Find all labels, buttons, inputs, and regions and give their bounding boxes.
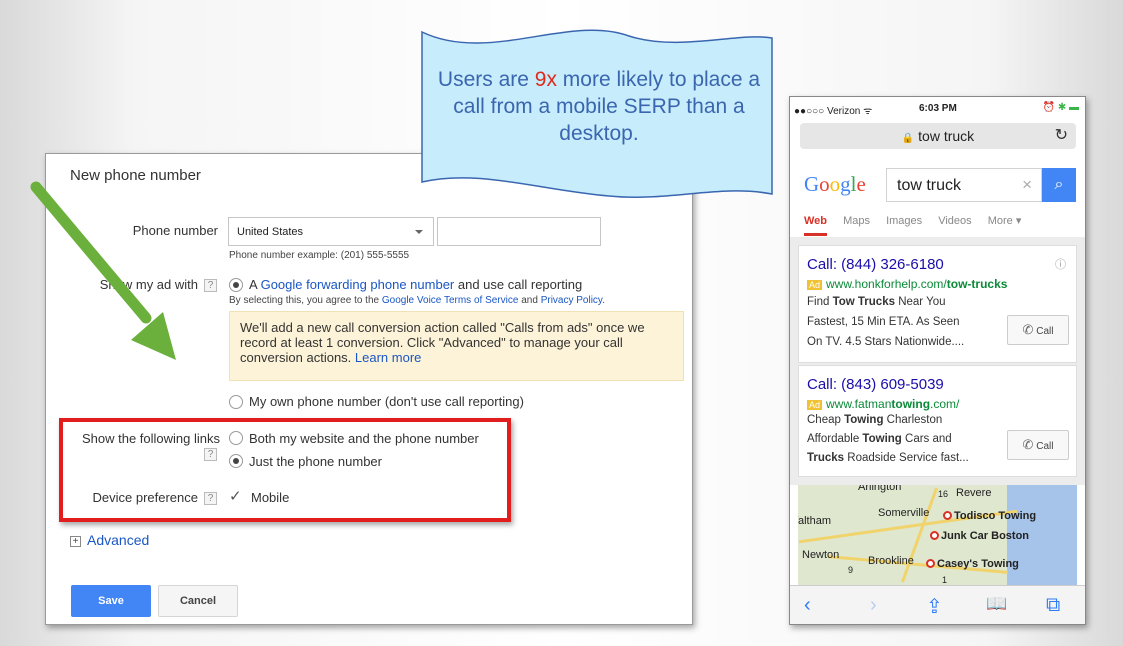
green-arrow-icon	[30, 181, 176, 360]
phone-example-text: Phone number example: (201) 555-5555	[229, 250, 410, 261]
option-forwarding-text: A Google forwarding phone number and use…	[249, 277, 583, 292]
search-tabs: Web Maps Images Videos More ▾	[804, 214, 1034, 236]
tabs-icon[interactable]: ⧉	[1046, 594, 1060, 617]
ad-url: Ad www.fatmantowing.com/	[807, 397, 960, 411]
map-label: Revere	[956, 487, 992, 499]
highlight-box	[59, 418, 511, 522]
save-button[interactable]: Save	[71, 585, 151, 617]
country-select[interactable]: United States	[228, 217, 434, 246]
ad-description-line: Affordable Towing Cars and	[807, 433, 952, 445]
map-pin[interactable]: Junk Car Boston	[930, 530, 1029, 542]
call-conversion-info-box: We'll add a new call conversion action c…	[229, 311, 684, 381]
call-button[interactable]: ✆ Call	[1007, 315, 1069, 345]
ad-description-line: Find Tow Trucks Near You	[807, 296, 946, 308]
phone-icon: ✆	[1022, 437, 1034, 452]
status-bar: ●●○○○ Verizon ᯤ 6:03 PM ⏰ ✱ ▬	[790, 97, 1085, 119]
map-label: Waltham	[798, 515, 831, 527]
ad-title-link[interactable]: Call: (843) 609-5039	[807, 376, 944, 393]
url-bar[interactable]: 🔒 tow truck ↻	[800, 123, 1076, 149]
ad-result[interactable]: Call: (843) 609-5039 Ad www.fatmantowing.…	[798, 365, 1077, 477]
advanced-link[interactable]: Advanced	[87, 532, 149, 548]
share-icon[interactable]: ⇪	[926, 594, 943, 619]
map-pin-icon	[926, 559, 935, 568]
map-label: Newton	[802, 549, 840, 561]
lock-icon: 🔒	[901, 133, 915, 144]
google-forwarding-link[interactable]: Google forwarding phone number	[261, 277, 455, 292]
ad-description-line: Fastest, 15 Min ETA. As Seen	[807, 316, 960, 328]
option-own-number-text: My own phone number (don't use call repo…	[249, 394, 524, 409]
ad-description-line: Cheap Towing Charleston	[807, 414, 943, 426]
phone-number-input[interactable]	[437, 217, 601, 246]
reload-icon[interactable]: ↻	[1055, 123, 1068, 149]
terms-link[interactable]: Google Voice Terms of Service	[382, 295, 519, 306]
call-button[interactable]: ✆ Call	[1007, 430, 1069, 460]
search-icon: ⌕	[1054, 176, 1064, 193]
privacy-link[interactable]: Privacy Policy	[541, 295, 603, 306]
url-text: tow truck	[918, 128, 975, 144]
carrier-signal: ●●○○○ Verizon ᯤ	[794, 106, 873, 117]
terms-text: By selecting this, you agree to the Goog…	[229, 295, 605, 306]
learn-more-link[interactable]: Learn more	[355, 350, 421, 365]
status-time: 6:03 PM	[919, 103, 957, 114]
arrow-shaft	[30, 181, 152, 324]
ad-badge: Ad	[807, 280, 823, 290]
map-pin[interactable]: Casey's Towing	[926, 558, 1019, 570]
tab-images[interactable]: Images	[886, 215, 922, 227]
battery-icon: ⏰ ✱ ▬	[1042, 102, 1079, 113]
tab-videos[interactable]: Videos	[938, 215, 971, 227]
map-preview[interactable]: Arlington Revere Waltham Somerville Newt…	[798, 485, 1077, 585]
bookmarks-icon[interactable]: 📖	[986, 594, 1007, 614]
info-text: We'll add a new call conversion action c…	[240, 320, 645, 365]
map-route-number: 1	[942, 575, 948, 585]
callout-text: Users are 9x more likely to place a call…	[437, 68, 761, 145]
info-icon[interactable]: ⓘ	[1055, 256, 1066, 272]
ad-url: Ad www.honkforhelp.com/tow-trucks	[807, 277, 1008, 291]
safari-toolbar: ‹ › ⇪ 📖 ⧉	[790, 585, 1085, 624]
map-route-number: 9	[848, 565, 854, 575]
callout-highlight: 9x	[534, 68, 557, 91]
advanced-toggle[interactable]: + Advanced	[70, 532, 149, 548]
cancel-button[interactable]: Cancel	[158, 585, 238, 617]
ad-description-line: On TV. 4.5 Stars Nationwide....	[807, 336, 965, 348]
back-icon[interactable]: ‹	[804, 594, 811, 617]
ad-result[interactable]: Call: (844) 326-6180 ⓘ Ad www.honkforhelp…	[798, 245, 1077, 363]
phone-icon: ✆	[1022, 322, 1034, 337]
tab-maps[interactable]: Maps	[843, 215, 870, 227]
map-label: Brookline	[868, 555, 914, 567]
map-pin[interactable]: Todisco Towing	[943, 510, 1036, 522]
arrow-head	[131, 312, 176, 360]
search-input-value: tow truck	[897, 177, 962, 194]
search-input[interactable]: tow truck ×	[886, 168, 1042, 202]
map-pin-icon	[930, 531, 939, 540]
mobile-serp-screenshot: ●●○○○ Verizon ᯤ 6:03 PM ⏰ ✱ ▬ 🔒 tow truc…	[789, 96, 1086, 625]
search-button[interactable]: ⌕	[1042, 168, 1076, 202]
forward-icon[interactable]: ›	[870, 594, 877, 617]
country-select-value: United States	[237, 226, 304, 238]
expand-plus-icon: +	[70, 536, 81, 547]
google-logo: Google	[804, 172, 866, 196]
ad-title-link[interactable]: Call: (844) 326-6180	[807, 256, 944, 273]
tab-more[interactable]: More ▾	[988, 215, 1022, 227]
map-label: Arlington	[858, 485, 902, 493]
ad-badge: Ad	[807, 400, 823, 410]
chevron-down-icon	[415, 230, 423, 234]
map-pin-icon	[943, 511, 952, 520]
map-route-number: 16	[938, 489, 949, 499]
clear-icon[interactable]: ×	[1022, 175, 1032, 195]
tab-web[interactable]: Web	[804, 215, 828, 236]
map-label: Somerville	[878, 507, 930, 519]
ad-description-line: Trucks Roadside Service fast...	[807, 452, 969, 464]
